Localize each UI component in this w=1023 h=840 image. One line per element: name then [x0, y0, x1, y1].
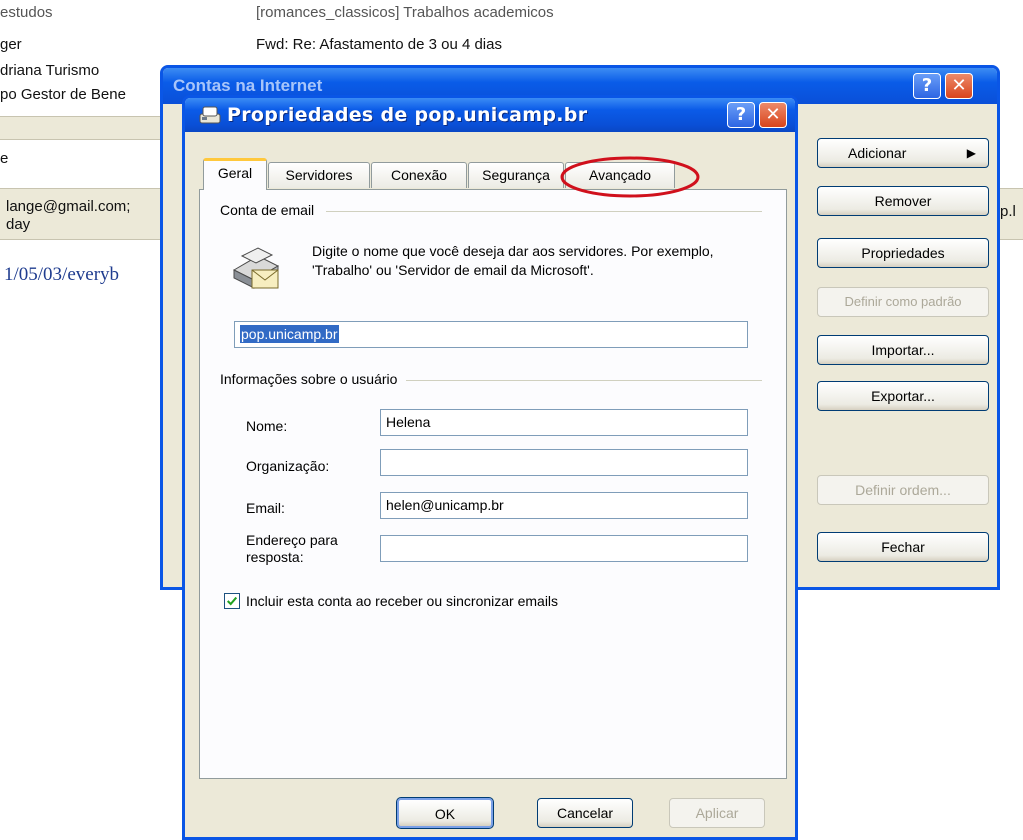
account-icon	[199, 106, 221, 124]
accounts-dialog-title: Contas na Internet	[173, 76, 323, 95]
accounts-close-icon[interactable]: ✕	[945, 73, 973, 99]
bg-band-text: e	[0, 150, 9, 167]
bg-band-1	[0, 116, 170, 140]
bg-email-from: lange@gmail.com;	[6, 198, 131, 215]
bg-email-day: day	[6, 216, 31, 233]
apply-button[interactable]: Aplicar	[669, 798, 765, 828]
account-name-input[interactable]: pop.unicamp.br	[234, 321, 748, 348]
bg-row-3: driana Turismo	[0, 62, 100, 79]
bg-right-peek: p.l	[1000, 203, 1016, 220]
screen: estudos ger driana Turismo po Gestor de …	[0, 0, 1023, 840]
reply-to-label: Endereço para resposta:	[246, 532, 338, 565]
properties-button[interactable]: Propriedades	[817, 238, 989, 268]
email-label: Email:	[246, 500, 285, 516]
account-description: Digite o nome que você deseja dar aos se…	[312, 243, 714, 278]
reply-to-input[interactable]	[380, 535, 748, 562]
account-name-selected: pop.unicamp.br	[240, 325, 339, 343]
tab-servidores[interactable]: Servidores	[268, 162, 370, 188]
export-button[interactable]: Exportar...	[817, 381, 989, 411]
organization-input[interactable]	[380, 449, 748, 476]
cancel-button[interactable]: Cancelar	[537, 798, 633, 828]
chevron-right-icon: ▶	[966, 146, 976, 160]
organization-label: Organização:	[246, 458, 330, 474]
include-account-label[interactable]: Incluir esta conta ao receber ou sincron…	[246, 593, 558, 609]
properties-close-icon[interactable]: ✕	[759, 102, 787, 128]
tab-geral[interactable]: Geral	[203, 158, 267, 190]
set-order-button[interactable]: Definir ordem...	[817, 475, 989, 505]
bg-row-1: estudos	[0, 4, 53, 21]
close-button[interactable]: Fechar	[817, 532, 989, 562]
user-group-line	[406, 380, 762, 381]
tab-conexao[interactable]: Conexão	[371, 162, 467, 188]
bg-link[interactable]: 1/05/03/everyb	[4, 264, 119, 286]
user-group-label: Informações sobre o usuário	[220, 371, 404, 387]
name-input[interactable]: Helena	[380, 409, 748, 436]
check-icon	[226, 596, 238, 606]
include-account-checkbox[interactable]	[224, 593, 240, 609]
import-button[interactable]: Importar...	[817, 335, 989, 365]
remove-button[interactable]: Remover	[817, 186, 989, 216]
set-default-button[interactable]: Definir como padrão	[817, 287, 989, 317]
bg-row-2: ger	[0, 36, 22, 53]
properties-dialog: Propriedades de pop.unicamp.br ? ✕ Geral…	[182, 95, 798, 840]
properties-dialog-titlebar[interactable]: Propriedades de pop.unicamp.br ? ✕	[185, 98, 795, 132]
properties-help-button[interactable]: ?	[727, 102, 755, 128]
email-input[interactable]: helen@unicamp.br	[380, 492, 748, 519]
general-tab-panel: Conta de email Digite o nome que você de…	[199, 189, 787, 779]
accounts-help-button[interactable]: ?	[913, 73, 941, 99]
account-group-label: Conta de email	[220, 202, 321, 218]
bg-row-4: po Gestor de Bene	[0, 86, 126, 103]
properties-dialog-title: Propriedades de pop.unicamp.br	[227, 104, 588, 126]
account-group-line	[326, 211, 762, 212]
bg-subject-fwd: Fwd: Re: Afastamento de 3 ou 4 dias	[256, 36, 502, 53]
mail-server-icon	[232, 247, 280, 289]
add-button-label: Adicionar	[848, 145, 907, 161]
bg-subject-top: [romances_classicos] Trabalhos academico…	[256, 4, 554, 21]
ok-button[interactable]: OK	[396, 797, 494, 829]
highlight-circle	[560, 156, 700, 198]
tab-seguranca[interactable]: Segurança	[468, 162, 564, 188]
name-label: Nome:	[246, 418, 288, 434]
add-button[interactable]: Adicionar ▶	[817, 138, 989, 168]
